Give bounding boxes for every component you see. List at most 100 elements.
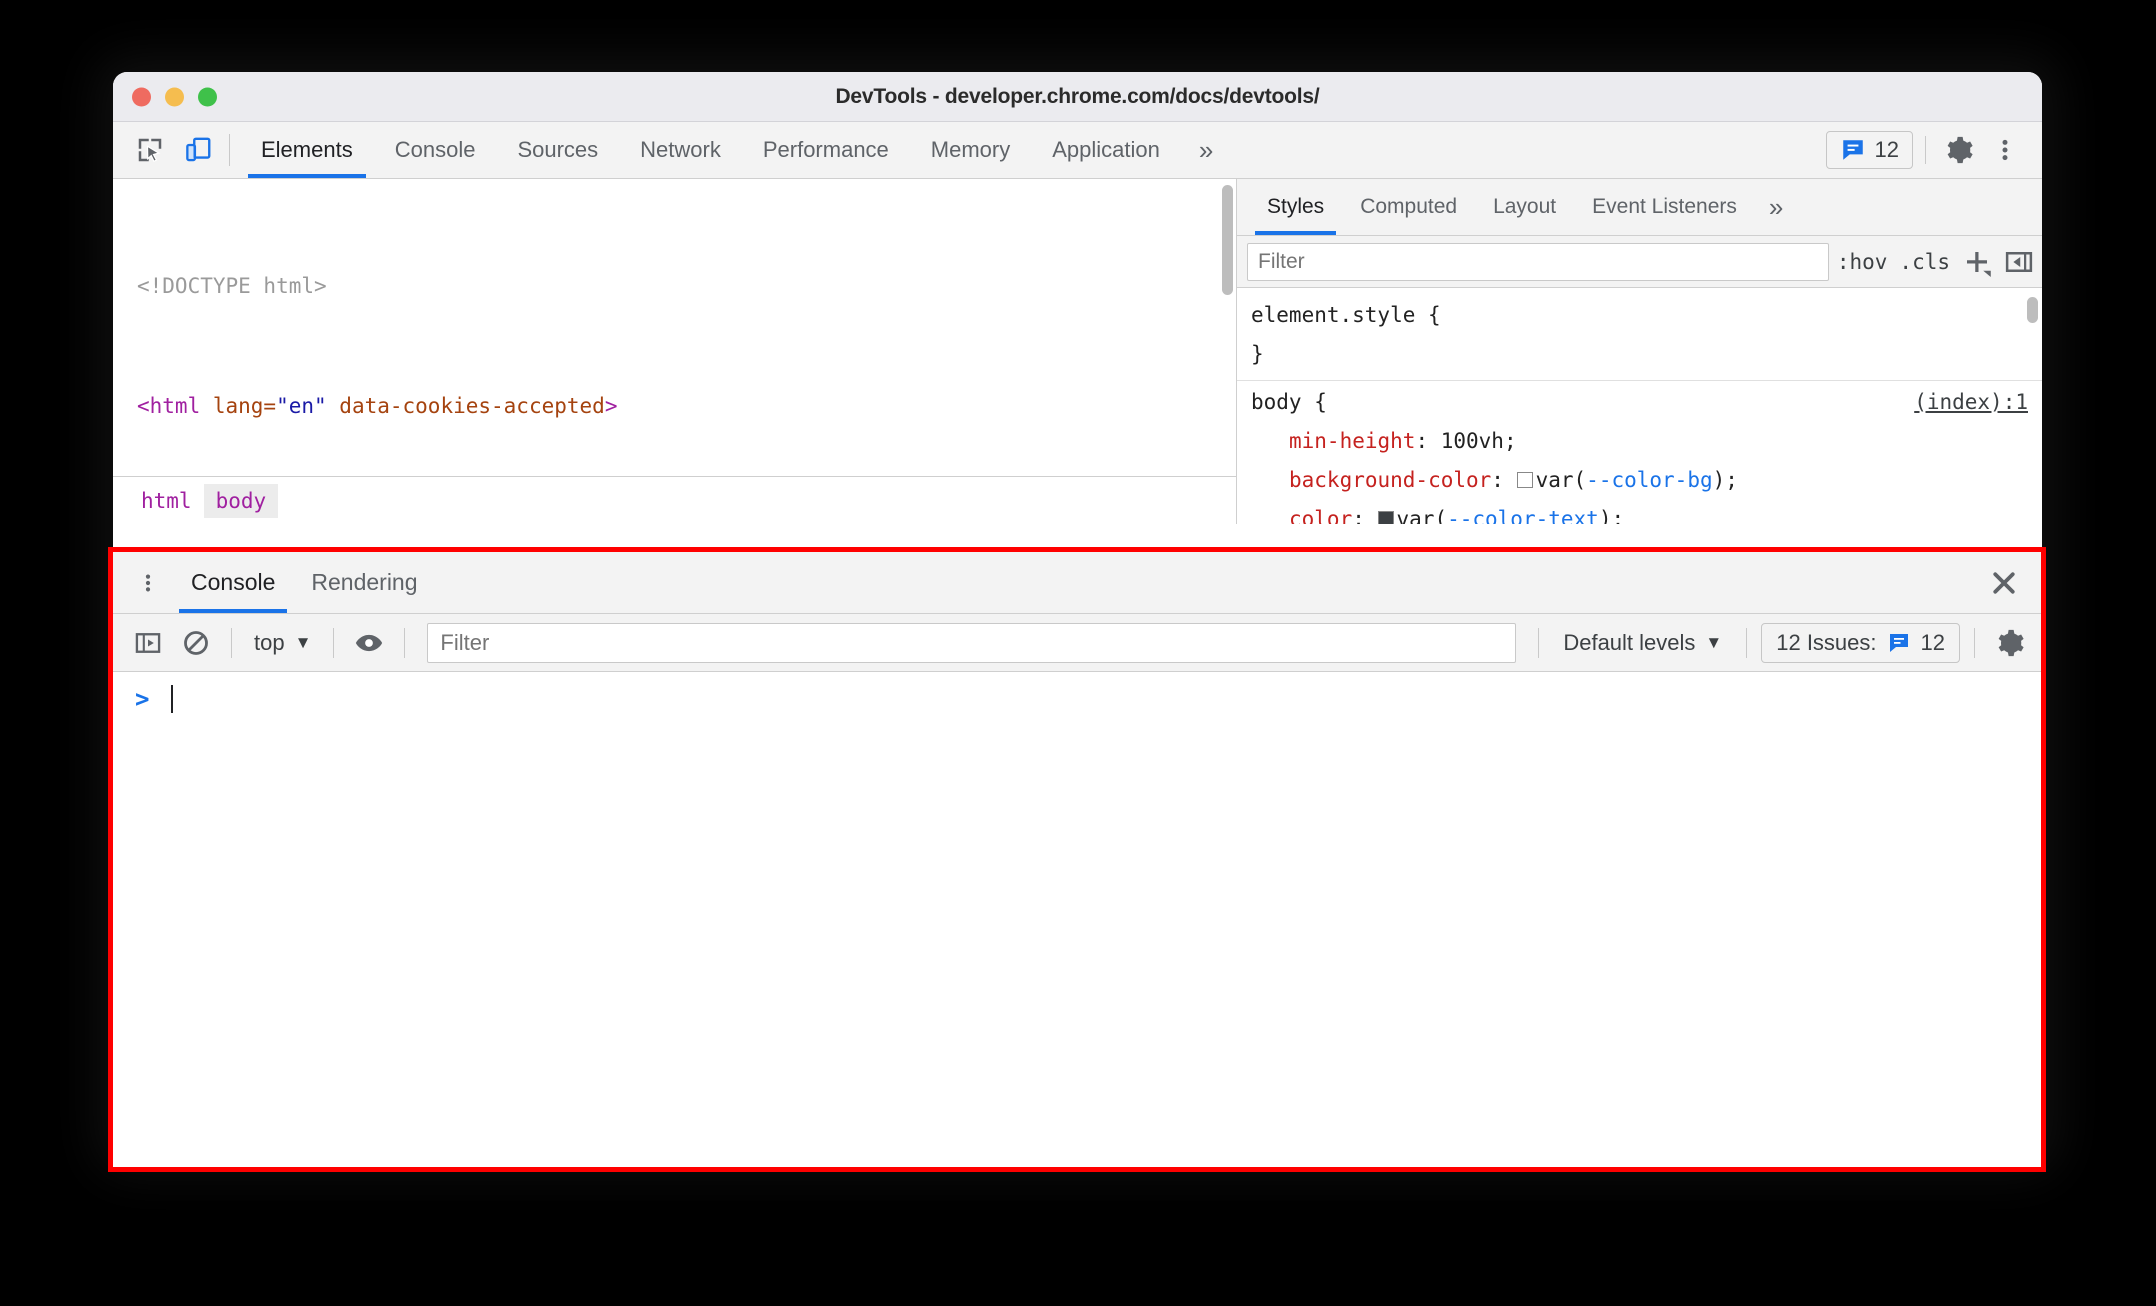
console-issues-label: 12 Issues:: [1776, 629, 1877, 655]
drawer-tab-bar: Console Rendering: [113, 552, 2041, 614]
tab-console[interactable]: Console: [374, 122, 497, 178]
toolbar-divider: [229, 134, 230, 166]
breadcrumb-item-html[interactable]: html: [129, 484, 204, 518]
console-log-levels-dropdown[interactable]: Default levels ▼: [1553, 630, 1732, 656]
css-rules-list: element.style { } body { (index):1 min-h…: [1237, 288, 2042, 524]
tab-network[interactable]: Network: [619, 122, 742, 178]
css-value-min-height[interactable]: 100vh;: [1441, 429, 1517, 453]
css-selector-element-style[interactable]: element.style {: [1251, 296, 2028, 335]
clear-console-icon[interactable]: [175, 622, 217, 664]
close-window-button[interactable]: [132, 87, 151, 106]
tab-console-label: Console: [394, 137, 476, 162]
console-levels-label: Default levels: [1563, 629, 1696, 655]
traffic-lights: [132, 87, 217, 106]
dom-tree: <!DOCTYPE html> <html lang="en" data-coo…: [113, 179, 1236, 524]
console-toolbar-divider-4: [1538, 627, 1540, 658]
breadcrumb: html body: [113, 476, 1236, 524]
more-tabs-chevron-icon[interactable]: »: [1181, 122, 1231, 178]
console-filter-input[interactable]: [427, 622, 1517, 663]
styles-filter-row: :hov .cls: [1237, 236, 2042, 288]
tab-computed[interactable]: Computed: [1342, 179, 1475, 235]
css-prop-color[interactable]: color: [1289, 507, 1352, 524]
dom-tree-scrollbar[interactable]: [1221, 185, 1234, 518]
tab-memory-label: Memory: [930, 137, 1011, 162]
tab-elements-label: Elements: [261, 137, 353, 162]
minimize-window-button[interactable]: [165, 87, 184, 106]
drawer-tab-rendering-label: Rendering: [311, 569, 418, 595]
devtools-drawer: Console Rendering top ▼ Filter Default l…: [113, 552, 2041, 1167]
hov-button[interactable]: :hov: [1837, 250, 1888, 274]
drawer-close-button[interactable]: [1989, 552, 2041, 613]
drawer-tab-console-label: Console: [191, 569, 276, 595]
css-var-color-text[interactable]: --color-text: [1447, 507, 1599, 524]
device-toolbar-icon[interactable]: [177, 129, 219, 171]
plus-icon[interactable]: [1962, 247, 1992, 277]
console-toolbar-divider-3: [404, 627, 406, 658]
tab-performance-label: Performance: [762, 137, 889, 162]
console-settings-gear-icon[interactable]: [1989, 622, 2031, 664]
console-prompt-chevron-icon: >: [135, 685, 150, 713]
tab-styles[interactable]: Styles: [1249, 179, 1342, 235]
issues-badge-button[interactable]: 12: [1825, 131, 1913, 169]
tab-application[interactable]: Application: [1031, 122, 1181, 178]
tab-sources-label: Sources: [517, 137, 599, 162]
drawer-three-dots-vertical-icon[interactable]: [123, 552, 173, 613]
tab-application-label: Application: [1052, 137, 1160, 162]
toolbar-right-icons: 12: [1825, 122, 2042, 178]
cls-button[interactable]: .cls: [1899, 250, 1950, 274]
css-declaration-background-color[interactable]: background-color: var(--color-bg);: [1251, 461, 2028, 500]
css-source-link[interactable]: (index):1: [1914, 383, 2028, 422]
console-toolbar: top ▼ Default levels ▼ 12 Issues:: [113, 614, 2041, 672]
styles-sidebar-tabs: Styles Computed Layout Event Listeners »: [1237, 179, 2042, 236]
console-text-caret: [171, 685, 174, 713]
styles-filter-input[interactable]: [1247, 242, 1829, 281]
tab-layout-label: Layout: [1493, 195, 1557, 218]
tab-event-listeners[interactable]: Event Listeners: [1574, 179, 1755, 235]
css-declaration-color[interactable]: color: var(--color-text);: [1251, 500, 2028, 524]
console-sidebar-icon[interactable]: [127, 622, 169, 664]
styles-scrollbar[interactable]: [2026, 297, 2039, 520]
tab-memory[interactable]: Memory: [910, 122, 1031, 178]
panel-tabs: Elements Console Sources Network Perform…: [240, 122, 1181, 178]
chevron-down-icon: ▼: [294, 632, 312, 652]
styles-more-tabs-chevron-icon[interactable]: »: [1755, 179, 1797, 235]
tab-layout[interactable]: Layout: [1475, 179, 1574, 235]
devtools-main-toolbar: Elements Console Sources Network Perform…: [113, 122, 2042, 179]
close-icon: [1993, 571, 2015, 594]
dom-tree-scroll-thumb[interactable]: [1222, 185, 1233, 295]
css-rule-element-style[interactable]: element.style { }: [1237, 294, 2042, 381]
dom-tree-pane[interactable]: <!DOCTYPE html> <html lang="en" data-coo…: [113, 179, 1237, 524]
inspect-cursor-icon[interactable]: [129, 129, 171, 171]
console-output-area[interactable]: >: [113, 672, 2041, 1167]
tab-computed-label: Computed: [1360, 195, 1458, 218]
computed-sidebar-toggle-icon[interactable]: [2004, 247, 2034, 277]
tab-event-listeners-label: Event Listeners: [1592, 195, 1737, 218]
console-toolbar-divider-1: [231, 627, 232, 658]
console-toolbar-divider-2: [333, 627, 335, 658]
css-rule-body[interactable]: body { (index):1 min-height: 100vh; back…: [1237, 381, 2042, 524]
console-prompt-row[interactable]: >: [113, 678, 2041, 720]
color-swatch-bg[interactable]: [1516, 472, 1533, 488]
three-dots-vertical-icon[interactable]: [1984, 129, 2026, 171]
color-swatch-text[interactable]: [1377, 511, 1394, 524]
breadcrumb-item-body[interactable]: body: [203, 483, 279, 518]
gear-icon[interactable]: [1938, 129, 1980, 171]
console-issues-badge[interactable]: 12 Issues: 12: [1761, 622, 1960, 663]
css-prop-min-height[interactable]: min-height: [1289, 429, 1415, 453]
css-declaration-min-height[interactable]: min-height: 100vh;: [1251, 422, 2028, 461]
css-selector-body[interactable]: body {: [1251, 383, 2028, 422]
drawer-tab-console[interactable]: Console: [173, 552, 293, 613]
tab-elements[interactable]: Elements: [240, 122, 374, 178]
console-context-selector[interactable]: top ▼: [246, 630, 319, 656]
tab-sources[interactable]: Sources: [496, 122, 619, 178]
dom-line-doctype[interactable]: <!DOCTYPE html>: [113, 266, 1236, 306]
drawer-tab-rendering[interactable]: Rendering: [293, 552, 435, 613]
live-expression-eye-icon[interactable]: [348, 622, 390, 664]
tab-performance[interactable]: Performance: [742, 122, 910, 178]
dom-line-html[interactable]: <html lang="en" data-cookies-accepted>: [113, 386, 1236, 426]
window-title: DevTools - developer.chrome.com/docs/dev…: [835, 84, 1320, 108]
zoom-window-button[interactable]: [198, 87, 217, 106]
css-prop-background-color[interactable]: background-color: [1289, 468, 1491, 492]
styles-scroll-thumb[interactable]: [2027, 297, 2038, 323]
css-var-color-bg[interactable]: --color-bg: [1586, 468, 1712, 492]
